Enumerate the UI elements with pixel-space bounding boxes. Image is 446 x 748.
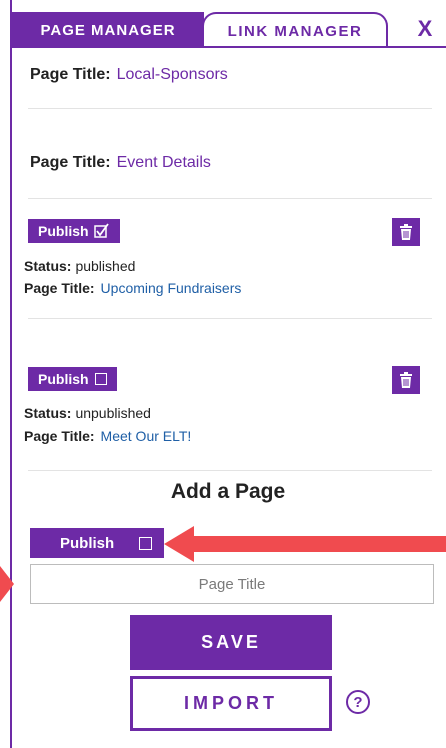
checkbox-empty-icon bbox=[94, 373, 107, 385]
status-label: Status: bbox=[24, 405, 72, 421]
page-title-link[interactable]: Local-Sponsors bbox=[117, 66, 228, 83]
page-item-local-sponsors: Page Title: Local-Sponsors bbox=[30, 66, 228, 84]
page-title-link[interactable]: Event Details bbox=[117, 154, 211, 171]
page-title-link[interactable]: Meet Our ELT! bbox=[101, 428, 192, 444]
status-value: published bbox=[75, 258, 136, 274]
publish-label: Publish bbox=[38, 223, 89, 239]
trash-icon[interactable] bbox=[392, 366, 420, 394]
page-title-label: Page Title: bbox=[30, 66, 111, 83]
tab-underline bbox=[12, 46, 446, 48]
add-page-heading: Add a Page bbox=[170, 480, 286, 503]
tab-bar: PAGE MANAGER LINK MANAGER X bbox=[10, 0, 446, 48]
new-page-publish-checkbox[interactable]: Publish bbox=[30, 528, 164, 558]
import-button[interactable]: IMPORT bbox=[130, 676, 332, 731]
save-button[interactable]: SAVE bbox=[130, 615, 332, 670]
page-title-label: Page Title: bbox=[30, 154, 111, 171]
tab-page-manager[interactable]: PAGE MANAGER bbox=[12, 12, 204, 48]
page-title-label: Page Title: bbox=[24, 280, 95, 296]
status-label: Status: bbox=[24, 258, 72, 274]
divider bbox=[28, 470, 432, 471]
trash-icon[interactable] bbox=[392, 218, 420, 246]
page-title-input[interactable] bbox=[30, 564, 434, 604]
publish-toggle-button[interactable]: Publish bbox=[28, 367, 117, 391]
page-title-label: Page Title: bbox=[24, 428, 95, 444]
publish-label: Publish bbox=[60, 534, 115, 552]
tab-link-manager[interactable]: LINK MANAGER bbox=[202, 12, 388, 48]
publish-toggle-button[interactable]: Publish bbox=[28, 219, 120, 243]
status-row: Status: unpublished bbox=[24, 405, 151, 421]
arrow-annotation bbox=[0, 566, 14, 602]
page-item-event-details: Page Title: Event Details bbox=[30, 154, 211, 172]
help-icon[interactable]: ? bbox=[346, 690, 370, 714]
checkbox-checked-icon bbox=[93, 223, 109, 238]
divider bbox=[28, 198, 432, 199]
arrow-annotation bbox=[164, 526, 446, 562]
page-item-upcoming-fundraisers: Page Title: Upcoming Fundraisers bbox=[24, 280, 241, 296]
publish-label: Publish bbox=[38, 371, 89, 387]
divider bbox=[28, 108, 432, 109]
close-icon[interactable]: X bbox=[410, 12, 440, 46]
status-row: Status: published bbox=[24, 258, 135, 274]
status-value: unpublished bbox=[75, 405, 151, 421]
page-item-meet-our-elt: Page Title: Meet Our ELT! bbox=[24, 428, 191, 444]
checkbox-empty-icon bbox=[139, 536, 152, 550]
page-title-link[interactable]: Upcoming Fundraisers bbox=[101, 280, 242, 296]
divider bbox=[28, 318, 432, 319]
